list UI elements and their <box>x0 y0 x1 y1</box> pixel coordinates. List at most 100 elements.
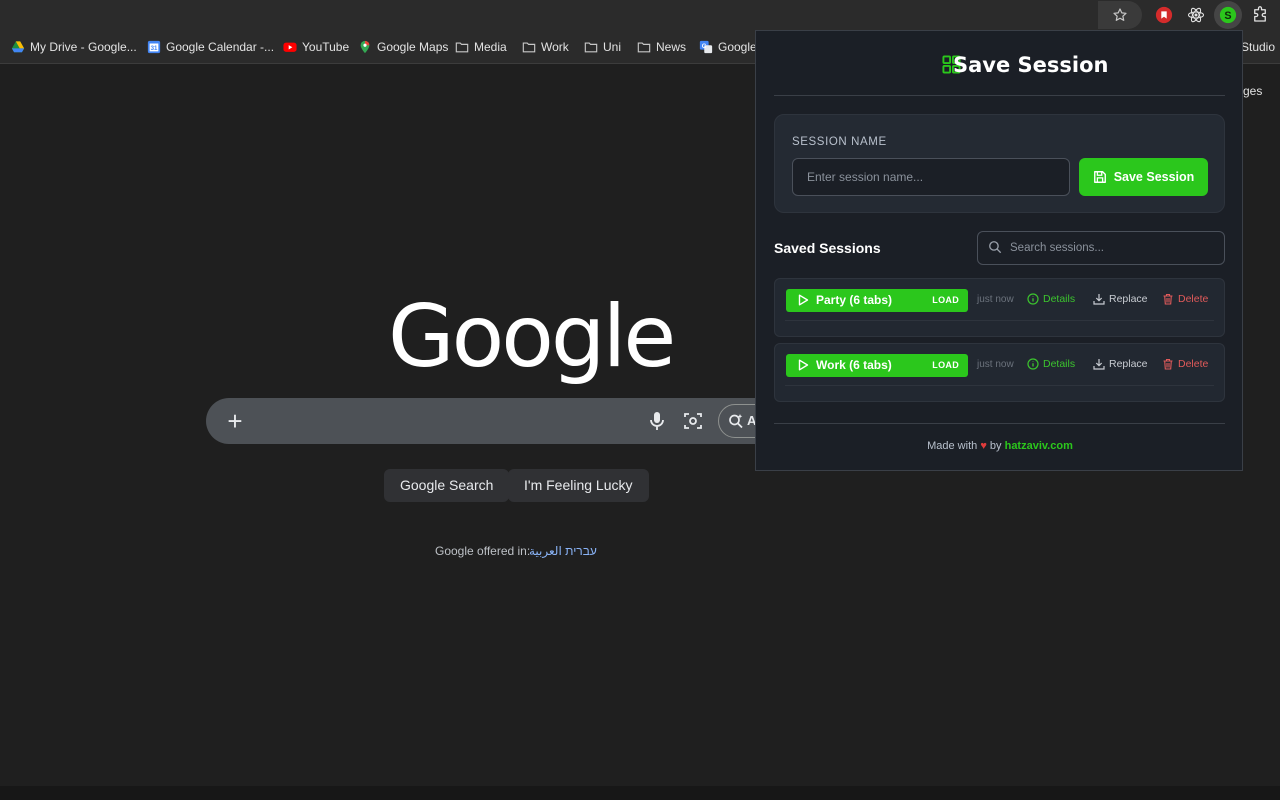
details-button[interactable]: Details <box>1027 358 1075 370</box>
bookmark-label: Google <box>718 40 757 54</box>
camera-lens-icon[interactable] <box>683 411 703 436</box>
footer-divider <box>774 423 1225 424</box>
play-icon <box>798 359 809 371</box>
info-icon <box>1027 358 1039 370</box>
search-sessions-field[interactable] <box>977 231 1225 265</box>
star-icon[interactable] <box>1109 4 1131 26</box>
folder-icon <box>522 42 536 53</box>
details-button[interactable]: Details <box>1027 293 1075 305</box>
save-session-label: Save Session <box>1113 170 1195 184</box>
google-search-bar[interactable]: + A <box>206 398 786 444</box>
plus-icon[interactable]: + <box>220 406 250 436</box>
download-icon <box>1093 359 1105 370</box>
session-timestamp: just now <box>977 294 1014 305</box>
page-footer-strip <box>0 786 1280 800</box>
language-links: עברית العربية <box>529 544 597 558</box>
delete-label: Delete <box>1178 293 1209 305</box>
replace-label: Replace <box>1109 358 1148 370</box>
saved-sessions-title: Saved Sessions <box>774 240 881 256</box>
bookmark-label: Work <box>541 40 569 54</box>
language-link-hebrew[interactable]: עברית <box>565 544 597 558</box>
replace-button[interactable]: Replace <box>1093 293 1148 305</box>
bookmark-folder-work[interactable]: Work <box>522 39 569 55</box>
popup-title: Save Session <box>953 53 1109 77</box>
feeling-lucky-button[interactable]: I'm Feeling Lucky <box>508 469 649 502</box>
floppy-disk-icon <box>1093 171 1106 183</box>
details-label: Details <box>1043 293 1076 305</box>
bookmark-label: Google Calendar -... <box>166 40 275 54</box>
calendar-icon: 31 <box>147 40 161 54</box>
load-session-button[interactable]: Party (6 tabs) LOAD <box>786 289 968 312</box>
load-label: LOAD <box>932 360 959 370</box>
delete-button[interactable]: Delete <box>1162 358 1208 370</box>
delete-label: Delete <box>1178 358 1209 370</box>
bookmark-folder-media[interactable]: Media <box>455 39 507 55</box>
youtube-icon <box>283 42 297 52</box>
save-session-popup: Save Session SESSION NAME Save Session S… <box>755 30 1243 471</box>
bookmark-label: Studio <box>1241 40 1276 54</box>
popup-footer: Made with ♥ by hatzaviv.com <box>756 440 1244 452</box>
bookmark-label: Uni <box>603 40 622 54</box>
session-name: Work (6 tabs) <box>816 358 892 372</box>
load-session-button[interactable]: Work (6 tabs) LOAD <box>786 354 968 377</box>
sparkle-search-icon <box>729 414 743 429</box>
details-label: Details <box>1043 358 1076 370</box>
trash-icon <box>1163 358 1173 370</box>
react-extension-icon[interactable] <box>1185 4 1207 26</box>
google-logo: Google <box>388 287 676 387</box>
bookmark-overflow-studio[interactable]: Studio <box>1241 39 1275 55</box>
save-session-button[interactable]: Save Session <box>1079 158 1208 196</box>
microphone-icon[interactable] <box>648 411 666 436</box>
bookmark-label: YouTube <box>302 40 350 54</box>
play-icon <box>798 294 809 306</box>
session-timestamp: just now <box>977 359 1014 370</box>
session-row: Work (6 tabs) LOAD just now Details Repl… <box>774 343 1225 402</box>
bookmark-google-maps[interactable]: Google Maps <box>358 39 448 55</box>
svg-text:G: G <box>702 43 707 50</box>
bookmark-label: Google Maps <box>377 40 449 54</box>
replace-button[interactable]: Replace <box>1093 358 1148 370</box>
maps-icon <box>360 40 370 54</box>
footer-made-with: Made with <box>927 440 978 452</box>
bookmark-label: My Drive - Google... <box>30 40 137 54</box>
folder-icon <box>637 42 651 53</box>
bookmark-label: Media <box>474 40 507 54</box>
svg-text:S: S <box>1224 10 1231 22</box>
session-divider <box>785 385 1214 386</box>
info-icon <box>1027 293 1039 305</box>
load-label: LOAD <box>932 295 959 305</box>
red-extension-icon[interactable] <box>1153 4 1175 26</box>
drive-icon <box>11 41 25 53</box>
session-divider <box>785 320 1214 321</box>
bookmark-folder-uni[interactable]: Uni <box>584 39 621 55</box>
session-name: Party (6 tabs) <box>816 293 893 307</box>
bookmark-label: News <box>656 40 687 54</box>
author-link[interactable]: hatzaviv.com <box>1005 440 1073 452</box>
delete-button[interactable]: Delete <box>1162 293 1208 305</box>
puzzle-extensions-icon[interactable] <box>1249 4 1271 26</box>
session-name-label: SESSION NAME <box>792 136 887 148</box>
replace-label: Replace <box>1109 293 1148 305</box>
heart-icon: ♥ <box>980 440 987 452</box>
search-icon <box>989 241 1002 254</box>
bookmark-google-translate[interactable]: G Google <box>699 39 757 55</box>
popup-header: Save Session <box>774 31 1225 96</box>
save-session-extension-icon[interactable]: S <box>1214 1 1242 29</box>
google-search-button[interactable]: Google Search <box>384 469 510 502</box>
bookmark-my-drive[interactable]: My Drive - Google... <box>11 39 137 55</box>
folder-icon <box>455 42 469 53</box>
folder-icon <box>584 42 598 53</box>
bookmark-google-calendar[interactable]: 31 Google Calendar -... <box>147 39 274 55</box>
session-name-input[interactable] <box>792 158 1070 196</box>
bookmark-youtube[interactable]: YouTube <box>283 39 349 55</box>
session-name-card: SESSION NAME Save Session <box>774 114 1225 213</box>
browser-toolbar: S <box>0 0 1280 30</box>
search-sessions-input[interactable] <box>1010 232 1220 264</box>
download-icon <box>1093 294 1105 305</box>
bookmark-folder-news[interactable]: News <box>637 39 686 55</box>
page-peek-text: ges <box>1243 84 1263 98</box>
trash-icon <box>1163 293 1173 305</box>
language-link-arabic[interactable]: العربية <box>529 544 562 558</box>
session-row: Party (6 tabs) LOAD just now Details Rep… <box>774 278 1225 337</box>
svg-text:31: 31 <box>151 45 158 52</box>
